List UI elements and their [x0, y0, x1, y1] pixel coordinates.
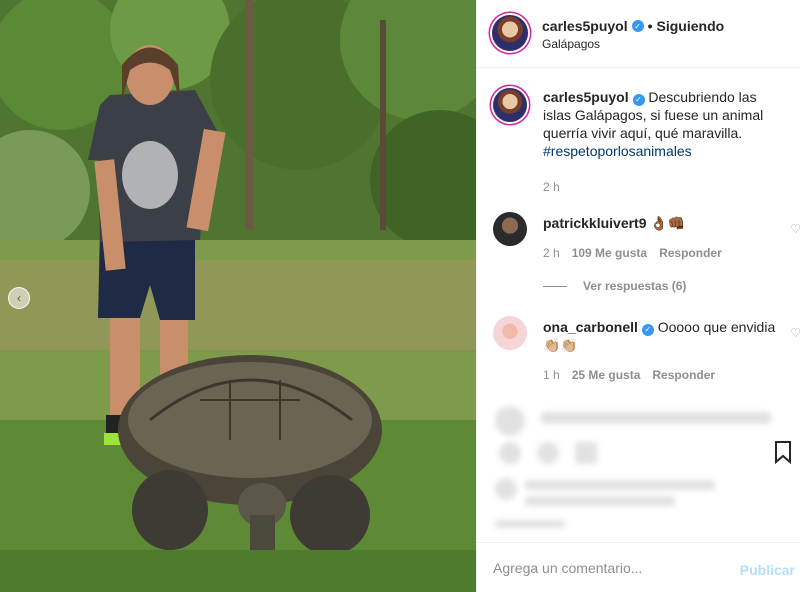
comment-time[interactable]: 2 h — [543, 246, 560, 260]
comment-body: patrickkluivert9 👌🏾👊🏾 — [543, 214, 783, 232]
blurred-line — [541, 412, 771, 424]
verified-badge-icon: ✓ — [641, 324, 654, 336]
blurred-line — [525, 496, 675, 506]
bookmark-icon[interactable] — [772, 440, 794, 465]
separator-dot: • — [647, 18, 653, 34]
blurred-avatar — [495, 406, 525, 436]
comment-time[interactable]: 1 h — [543, 368, 560, 382]
comment-reply-button[interactable]: Responder — [659, 246, 722, 260]
post-location[interactable]: Galápagos — [542, 37, 600, 51]
caption-avatar[interactable] — [493, 88, 527, 122]
comment-username[interactable]: ona_carbonell — [543, 319, 638, 335]
blurred-heart-icon — [499, 442, 521, 464]
like-heart-icon[interactable]: ♡ — [790, 326, 800, 340]
comment-likes[interactable]: 25 Me gusta — [572, 368, 641, 382]
view-replies-button[interactable]: Ver respuestas (6) — [543, 279, 686, 293]
commenter-avatar[interactable] — [493, 212, 527, 246]
blurred-comment-icon — [537, 442, 559, 464]
comment-meta: 1 h 25 Me gusta Responder — [543, 368, 715, 382]
caption-time[interactable]: 2 h — [543, 180, 560, 194]
comment-input[interactable] — [493, 558, 723, 578]
comment-likes[interactable]: 109 Me gusta — [572, 246, 647, 260]
carousel-prev-button[interactable]: ‹ — [8, 287, 30, 309]
post-photo[interactable]: ‹ — [0, 0, 476, 592]
author-username[interactable]: carles5puyol — [542, 18, 628, 34]
comment-meta: 2 h 109 Me gusta Responder — [543, 246, 722, 260]
comment-reply-button[interactable]: Responder — [652, 368, 715, 382]
publish-button[interactable]: Publicar — [740, 562, 795, 578]
author-avatar[interactable] — [492, 15, 528, 51]
add-comment-bar: Publicar — [477, 542, 800, 592]
blurred-line — [525, 480, 715, 490]
post-side-panel: carles5puyol ✓ • Siguiendo Galápagos car… — [476, 0, 800, 592]
like-heart-icon[interactable]: ♡ — [790, 222, 800, 236]
blurred-share-icon — [575, 442, 597, 464]
photo-illustration — [0, 0, 476, 592]
author-info: carles5puyol ✓ • Siguiendo — [542, 18, 724, 34]
comment-text: 👌🏾👊🏾 — [650, 215, 686, 231]
post-header: carles5puyol ✓ • Siguiendo Galápagos — [477, 0, 800, 68]
replies-divider — [543, 285, 567, 287]
caption-hashtag[interactable]: #respetoporlosanimales — [543, 143, 692, 159]
comment-body: ona_carbonell ✓ Ooooo que envidia 👏🏼👏🏼 — [543, 318, 783, 354]
verified-badge-icon: ✓ — [632, 94, 645, 106]
commenter-avatar[interactable] — [493, 316, 527, 350]
following-button[interactable]: Siguiendo — [657, 18, 725, 34]
caption-meta: 2 h — [543, 180, 560, 194]
blurred-overlay — [477, 392, 800, 542]
verified-badge-icon: ✓ — [631, 20, 644, 32]
blurred-avatar — [495, 478, 517, 500]
caption-body: carles5puyol ✓ Descubriendo las islas Ga… — [543, 88, 783, 160]
caption-username[interactable]: carles5puyol — [543, 89, 629, 105]
view-replies-label: Ver respuestas (6) — [583, 279, 687, 293]
blurred-line — [495, 520, 565, 528]
comment-username[interactable]: patrickkluivert9 — [543, 215, 647, 231]
